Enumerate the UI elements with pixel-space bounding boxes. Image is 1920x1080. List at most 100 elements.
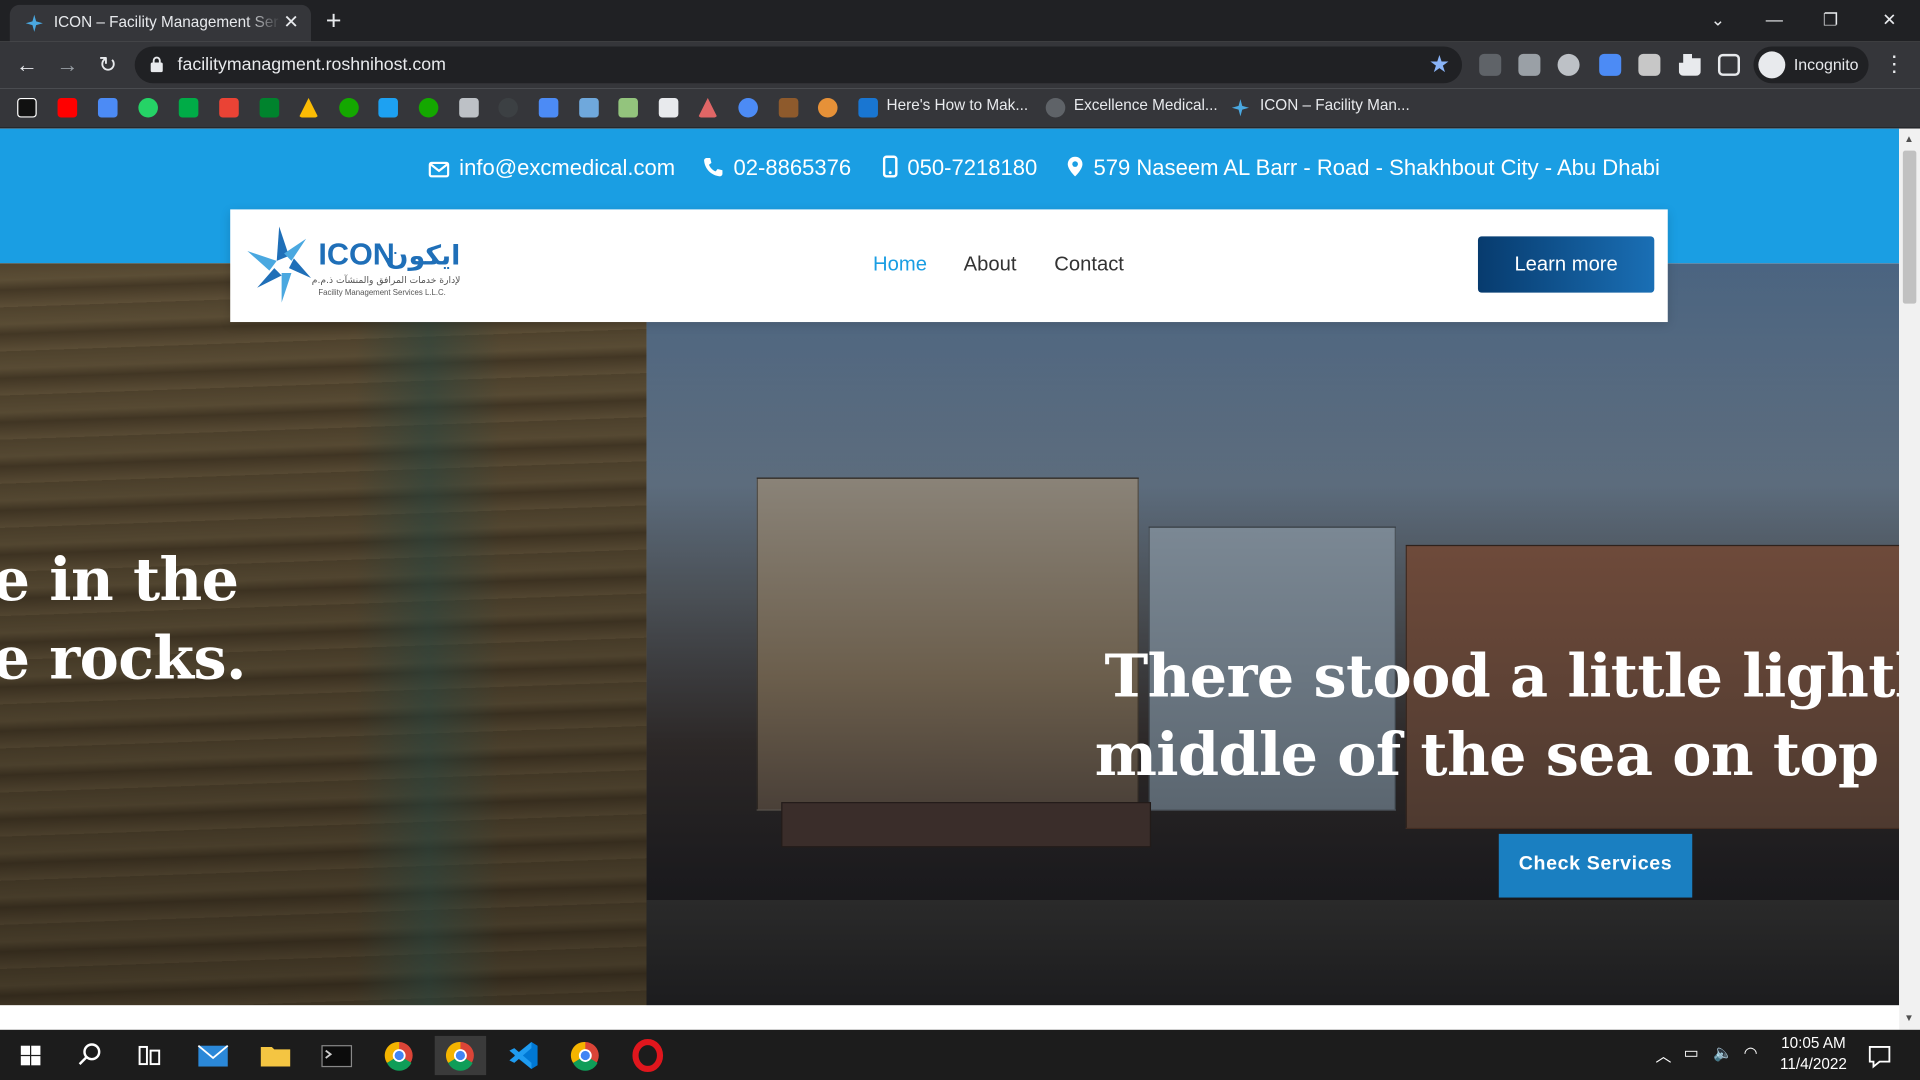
- apps-grid-icon[interactable]: [538, 97, 559, 118]
- nav-contact[interactable]: Contact: [1054, 253, 1124, 276]
- site-header: ICON ايكون لإدارة خدمات المرافق والمنشآت…: [230, 209, 1668, 323]
- opera-icon[interactable]: [622, 1036, 673, 1075]
- nav-about[interactable]: About: [964, 253, 1017, 276]
- restore-button[interactable]: ❐: [1802, 0, 1858, 42]
- bookmark-label[interactable]: Here's How to Mak...: [887, 97, 1029, 114]
- close-window-button[interactable]: ✕: [1861, 0, 1917, 42]
- whatsapp-icon[interactable]: [138, 97, 158, 118]
- close-tab-icon[interactable]: ✕: [283, 11, 298, 33]
- youtube-icon[interactable]: [57, 97, 78, 118]
- camera-extension-icon[interactable]: [1518, 53, 1541, 76]
- icon-logo[interactable]: ICON ايكون لإدارة خدمات المرافق والمنشآت…: [245, 224, 465, 305]
- page-scrollbar[interactable]: ▲ ▼: [1899, 128, 1920, 1030]
- camera-icon[interactable]: [738, 97, 758, 118]
- gmail-icon[interactable]: [219, 97, 239, 118]
- extension-icon[interactable]: [1557, 53, 1580, 76]
- svg-text:ايكون: ايكون: [386, 240, 461, 271]
- file-explorer-icon[interactable]: [250, 1036, 301, 1075]
- phone-text: 02-8865376: [733, 155, 852, 181]
- address-contact: 579 Naseem AL Barr - Road - Shakhbout Ci…: [1067, 156, 1660, 182]
- photo-icon[interactable]: [618, 97, 638, 118]
- previous-headline-line: e in the: [0, 546, 239, 615]
- learn-more-button[interactable]: Learn more: [1477, 236, 1655, 293]
- browser-toolbar: ← → ↻ facilitymanagment.roshnihost.com ★…: [0, 41, 1920, 89]
- book-icon[interactable]: [778, 97, 799, 118]
- upwork-icon[interactable]: [418, 97, 439, 118]
- cloud-icon[interactable]: [579, 97, 599, 118]
- search-icon[interactable]: [64, 1036, 115, 1075]
- tray-chevron-icon[interactable]: ︿: [1656, 1043, 1672, 1066]
- hero-headline: There stood a little lighthouse middle o…: [1095, 638, 1899, 795]
- menu-kebab-icon[interactable]: ⋮: [1883, 51, 1905, 77]
- windows-start-icon[interactable]: [5, 1036, 56, 1075]
- previous-slide-headline: e in the e rocks.: [0, 541, 246, 698]
- bookmark-icon[interactable]: [459, 97, 479, 118]
- page-section-start: [0, 1005, 1900, 1030]
- translate-icon[interactable]: [97, 97, 118, 118]
- icon-bookmark-icon[interactable]: [1231, 98, 1251, 118]
- flame-icon[interactable]: [697, 97, 718, 118]
- meet-icon[interactable]: [259, 97, 280, 118]
- chrome-icon[interactable]: [373, 1036, 424, 1075]
- scroll-down-icon[interactable]: ▼: [1904, 1013, 1914, 1024]
- bookmark-star-icon[interactable]: ★: [1429, 51, 1450, 79]
- new-tab-button[interactable]: +: [326, 5, 342, 37]
- container-shape: [756, 477, 1139, 811]
- browser-tab[interactable]: ICON – Facility Management Ser ✕: [9, 4, 312, 42]
- reload-icon[interactable]: ↻: [94, 51, 121, 78]
- puzzle-extensions-icon[interactable]: [1678, 53, 1701, 76]
- volume-icon[interactable]: 🔈: [1713, 1043, 1733, 1063]
- scrollbar-thumb[interactable]: [1902, 150, 1917, 304]
- address-text: 579 Naseem AL Barr - Road - Shakhbout Ci…: [1093, 155, 1660, 181]
- road-shape: [646, 900, 1900, 1006]
- github-icon[interactable]: [498, 97, 518, 118]
- terminal-icon[interactable]: [311, 1036, 362, 1075]
- scroll-up-icon[interactable]: ▲: [1904, 133, 1914, 144]
- wifi-icon[interactable]: ◠: [1744, 1043, 1758, 1063]
- pen-extension-icon[interactable]: [1479, 53, 1502, 76]
- phone-contact[interactable]: 02-8865376: [703, 156, 851, 182]
- drive-icon[interactable]: [298, 97, 319, 118]
- image-extension-icon[interactable]: [1638, 53, 1661, 76]
- back-icon[interactable]: ←: [13, 51, 40, 78]
- vs-icon[interactable]: [858, 97, 878, 118]
- clock-date: 11/4/2022: [1779, 1055, 1847, 1073]
- lock-icon: [150, 56, 163, 73]
- chat-icon[interactable]: [178, 97, 199, 118]
- email-contact[interactable]: info@excmedical.com: [428, 156, 675, 182]
- chrome-profile-icon[interactable]: [560, 1036, 611, 1075]
- globe-icon[interactable]: [1045, 97, 1066, 118]
- bookmark-7-icon[interactable]: [17, 97, 37, 118]
- truck-bumper-shape: [781, 802, 1152, 848]
- task-view-icon[interactable]: [124, 1036, 175, 1075]
- taskbar-clock[interactable]: 10:05 AM 11/4/2022: [1771, 1033, 1857, 1075]
- hero-headline-line: middle of the sea on top of the: [1094, 721, 1899, 790]
- forward-icon[interactable]: →: [54, 51, 81, 78]
- tab-title: ICON – Facility Management Ser: [53, 13, 279, 31]
- notifications-icon[interactable]: [1855, 1036, 1904, 1075]
- bookmark-label[interactable]: ICON – Facility Man...: [1260, 97, 1410, 114]
- mail-app-icon[interactable]: [187, 1036, 238, 1075]
- minimize-button[interactable]: —: [1746, 0, 1802, 42]
- chrome-incognito-icon[interactable]: [434, 1035, 487, 1076]
- vscode-icon[interactable]: [497, 1036, 548, 1075]
- address-bar[interactable]: facilitymanagment.roshnihost.com ★: [134, 46, 1463, 84]
- bookmark-label[interactable]: Excellence Medical...: [1074, 97, 1218, 114]
- side-panel-icon[interactable]: [1717, 53, 1741, 76]
- check-icon[interactable]: [378, 97, 398, 118]
- mobile-contact[interactable]: 050-7218180: [882, 155, 1037, 182]
- profile-label: Incognito: [1793, 55, 1859, 74]
- svg-text:لإدارة خدمات المرافق والمنشآت: لإدارة خدمات المرافق والمنشآت ذ.م.م: [312, 274, 461, 286]
- current-slide-image: [646, 263, 1900, 1006]
- dashboard-icon[interactable]: [658, 97, 679, 118]
- battery-icon[interactable]: ▭: [1684, 1043, 1699, 1063]
- translate-extension-icon[interactable]: [1599, 53, 1622, 76]
- incognito-profile-button[interactable]: Incognito: [1753, 46, 1869, 84]
- mobile-icon: [882, 155, 898, 178]
- nav-home[interactable]: Home: [873, 253, 927, 276]
- tab-search-icon[interactable]: ⌄: [1690, 0, 1746, 42]
- mask-icon[interactable]: [817, 97, 838, 118]
- fiverr-icon[interactable]: [339, 97, 359, 118]
- check-services-button[interactable]: Check Services: [1498, 833, 1693, 898]
- windows-taskbar: ︿ ▭ 🔈 ◠ 10:05 AM 11/4/2022: [0, 1029, 1920, 1080]
